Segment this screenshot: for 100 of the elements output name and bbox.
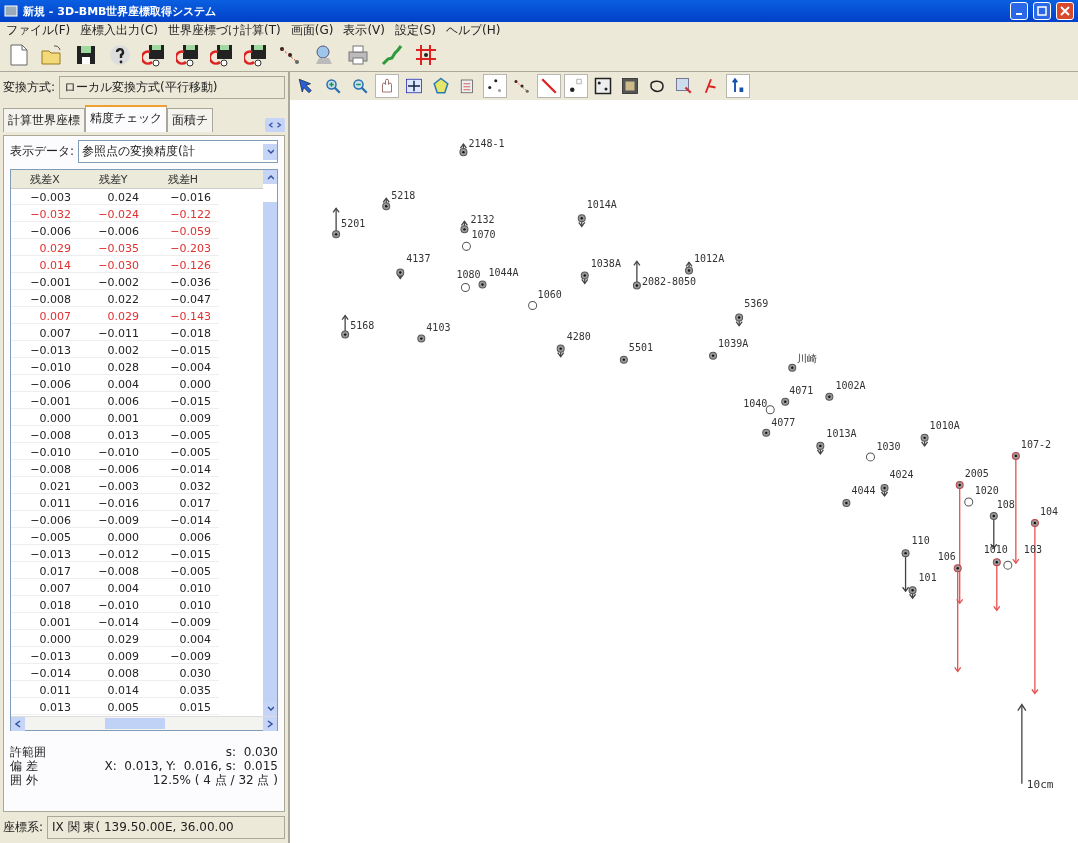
- table-cell: −0.143: [147, 309, 219, 324]
- point-marker[interactable]: [989, 512, 998, 521]
- table-cell: −0.006: [11, 513, 79, 528]
- scrollbar-thumb[interactable]: [105, 718, 165, 729]
- menu-item[interactable]: 座標入出力(C): [80, 22, 158, 39]
- table-cell: −0.024: [79, 207, 147, 222]
- tab[interactable]: 精度チェック: [85, 105, 167, 132]
- column-header[interactable]: 残差X: [11, 171, 79, 187]
- dots-icon: [513, 77, 531, 95]
- point-marker[interactable]: [1011, 451, 1020, 460]
- point-marker[interactable]: [332, 230, 341, 239]
- point-marker[interactable]: [992, 558, 1001, 567]
- table-cell: −0.002: [79, 275, 147, 290]
- point-marker[interactable]: [632, 281, 641, 290]
- column-header[interactable]: 残差Y: [79, 171, 147, 187]
- scroll-down-button[interactable]: [263, 702, 277, 716]
- point-marker[interactable]: [735, 313, 744, 322]
- table-cell: −0.122: [147, 207, 219, 222]
- scroll-right-button[interactable]: [263, 716, 277, 731]
- table-cell: −0.010: [11, 445, 79, 460]
- point-marker[interactable]: [865, 452, 875, 462]
- column-header[interactable]: 残差H: [147, 171, 219, 187]
- table-cell: −0.013: [11, 343, 79, 358]
- scroll-left-button[interactable]: [11, 716, 25, 731]
- menu-item[interactable]: 表示(V): [343, 22, 385, 39]
- table-cell: 0.014: [79, 683, 147, 698]
- point-marker[interactable]: [816, 441, 825, 450]
- point-marker[interactable]: [382, 202, 391, 211]
- point-marker[interactable]: [920, 433, 929, 442]
- point-marker[interactable]: [825, 392, 834, 401]
- table-cell: −0.008: [79, 564, 147, 579]
- point-marker[interactable]: [880, 484, 889, 492]
- point-label: 1002A: [835, 379, 866, 391]
- scroll-up-button[interactable]: [263, 170, 277, 184]
- point-marker[interactable]: [1003, 560, 1013, 570]
- table-cell: −0.013: [11, 547, 79, 562]
- canvas-tool-button[interactable]: [564, 74, 588, 98]
- point-marker[interactable]: [842, 499, 851, 508]
- point-marker[interactable]: [765, 405, 775, 415]
- point-label: 1040: [743, 397, 768, 409]
- point-label: 1030: [876, 440, 901, 452]
- point-marker[interactable]: [580, 271, 589, 280]
- table-cell: 0.018: [11, 598, 79, 613]
- point-marker[interactable]: [478, 280, 487, 289]
- table-cell: −0.003: [11, 190, 79, 205]
- point-marker[interactable]: [461, 241, 471, 251]
- maximize-icon: [1037, 6, 1047, 16]
- point-marker[interactable]: [788, 363, 797, 372]
- point-marker[interactable]: [460, 282, 470, 292]
- point-marker[interactable]: [459, 148, 468, 157]
- coordinate-field: IX 関 東( 139.50.00E, 36.00.00: [47, 816, 285, 839]
- point-label: 1020: [974, 485, 999, 496]
- minimize-button[interactable]: [1010, 2, 1028, 20]
- table-cell: 0.015: [147, 700, 219, 715]
- table-cell: 0.011: [11, 683, 79, 698]
- table-cell: −0.005: [147, 564, 219, 579]
- menu-item[interactable]: ヘルプ(H): [445, 22, 501, 39]
- point-label: 101: [918, 572, 937, 584]
- menu-item[interactable]: ファイル(F): [6, 22, 71, 39]
- point-label: 2148-1: [468, 138, 505, 150]
- point-marker[interactable]: [417, 334, 426, 343]
- table-cell: −0.018: [147, 326, 219, 341]
- point-marker[interactable]: [685, 266, 693, 275]
- tab[interactable]: 計算世界座標: [3, 108, 85, 132]
- point-marker[interactable]: [901, 549, 910, 558]
- point-label: 4071: [789, 384, 814, 396]
- point-marker[interactable]: [556, 344, 565, 353]
- point-marker[interactable]: [577, 214, 586, 223]
- table-cell: 0.014: [11, 258, 79, 273]
- point-marker[interactable]: [396, 268, 405, 277]
- point-marker[interactable]: [460, 225, 469, 234]
- point-marker[interactable]: [1030, 519, 1039, 528]
- tab-scroller[interactable]: [265, 118, 285, 132]
- point-marker[interactable]: [762, 428, 771, 437]
- point-label: 1070: [471, 229, 496, 241]
- point-marker[interactable]: [619, 355, 628, 364]
- point-marker[interactable]: [341, 330, 350, 339]
- point-number-icon: [567, 77, 585, 95]
- table-cell: 0.017: [147, 496, 219, 511]
- table-cell: 0.005: [79, 700, 147, 715]
- stat-label: 許範囲: [10, 745, 46, 759]
- help-icon: [108, 43, 132, 67]
- point-marker[interactable]: [953, 564, 962, 573]
- point-label: 104: [1039, 506, 1058, 518]
- point-marker[interactable]: [528, 301, 538, 311]
- disk-arrow-icon: [244, 43, 268, 67]
- display-dropdown[interactable]: 参照点の変換精度(計: [78, 140, 278, 163]
- menu-item[interactable]: 設定(S): [394, 22, 436, 39]
- menu-item[interactable]: 世界座標づけ計算(T): [168, 22, 281, 39]
- menu-item[interactable]: 画面(G): [290, 22, 334, 39]
- point-marker[interactable]: [955, 480, 964, 489]
- point-marker[interactable]: [781, 397, 790, 406]
- scrollbar-thumb[interactable]: [263, 202, 277, 702]
- maximize-button[interactable]: [1033, 2, 1051, 20]
- point-marker[interactable]: [709, 351, 718, 360]
- close-button[interactable]: [1056, 2, 1074, 20]
- point-marker[interactable]: [964, 497, 974, 507]
- tab[interactable]: 面積チ: [167, 108, 213, 132]
- point-marker[interactable]: [908, 586, 917, 595]
- canvas-tool-button[interactable]: [726, 74, 750, 98]
